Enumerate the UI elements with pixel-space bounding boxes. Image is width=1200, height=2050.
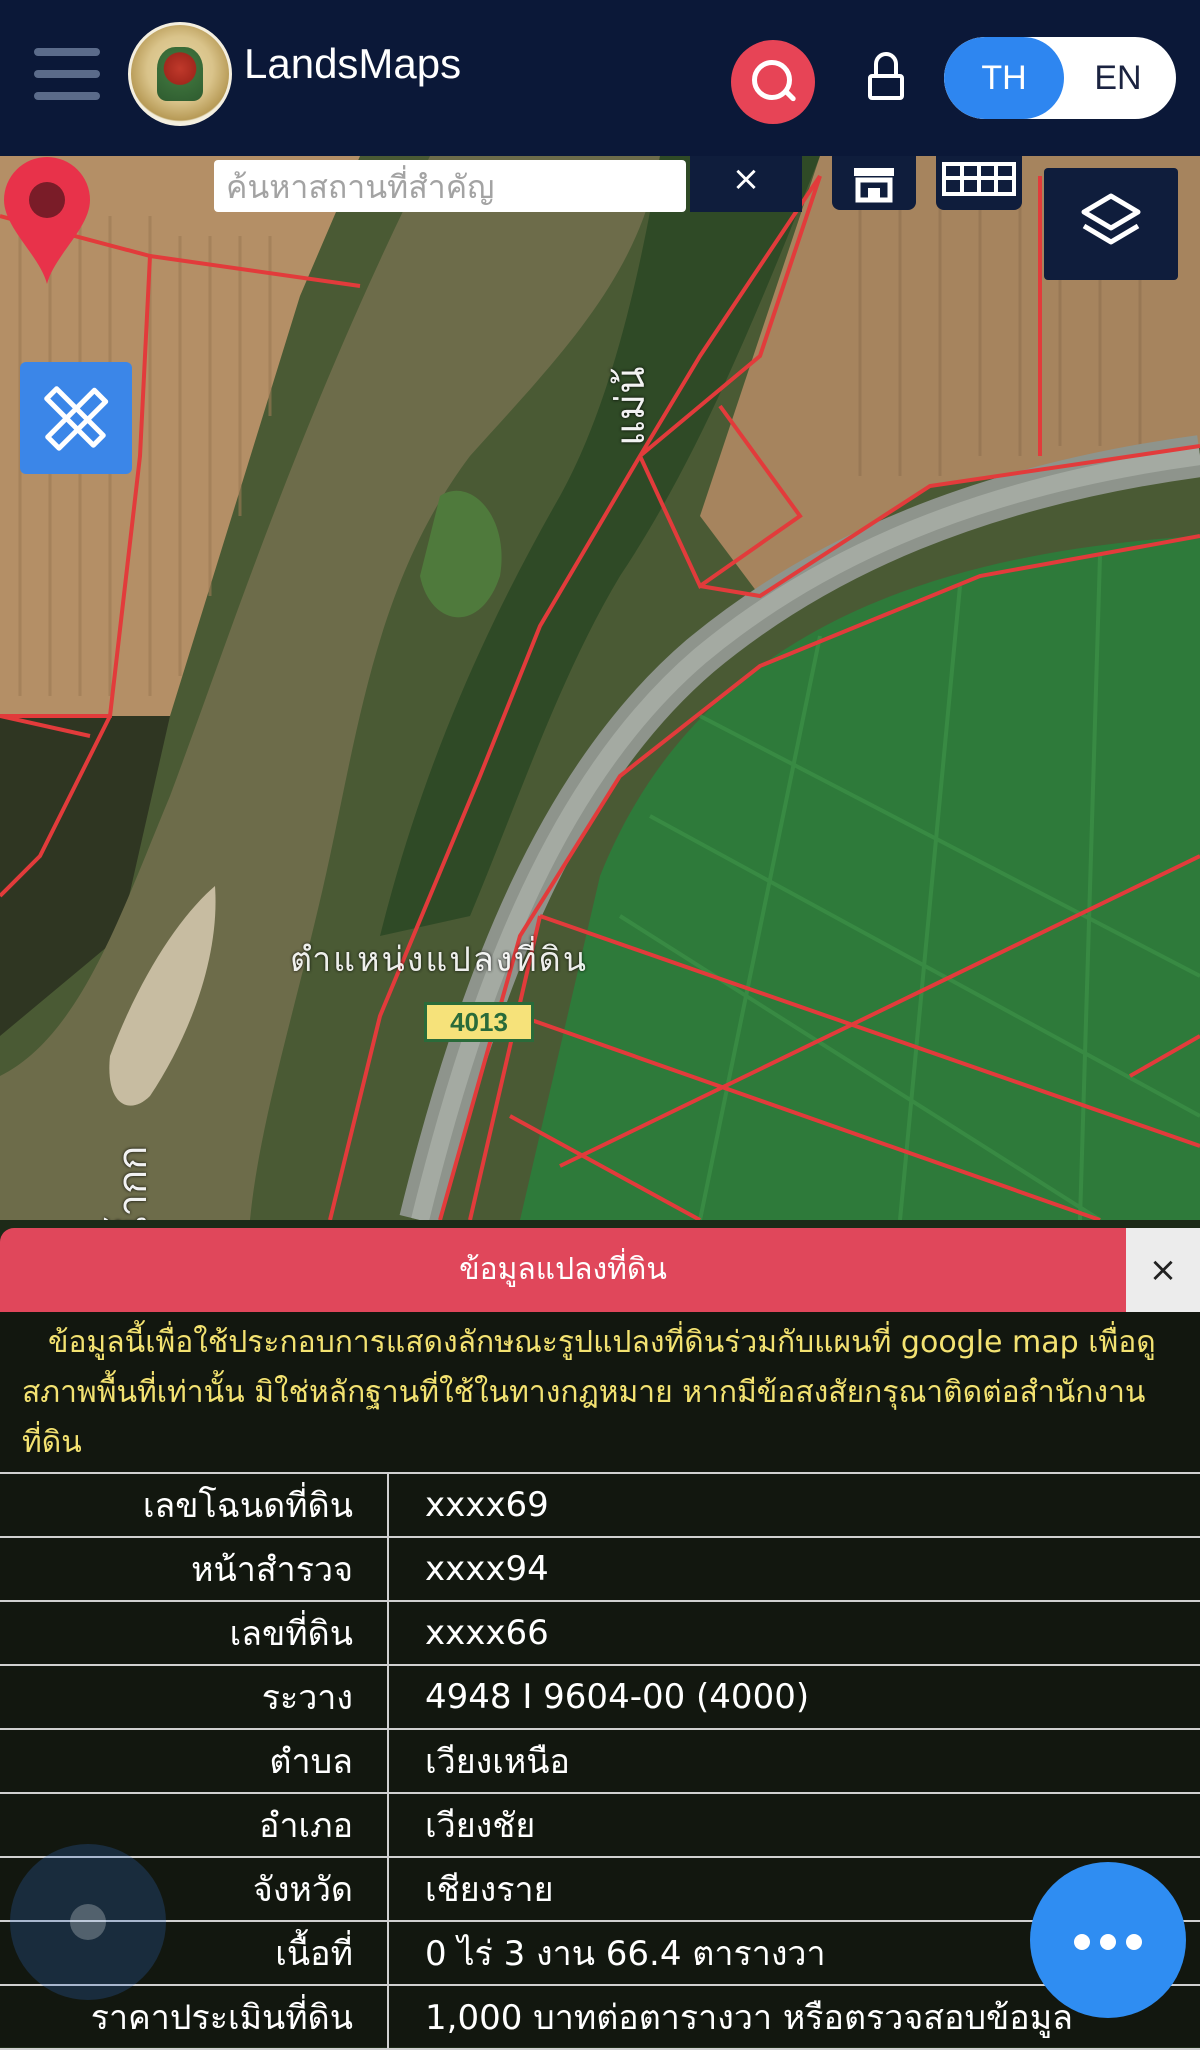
row-value: xxxx69 — [388, 1472, 1200, 1538]
row-value: 4948 I 9604-00 (4000) — [388, 1664, 1200, 1730]
parcel-grid-button[interactable] — [936, 156, 1022, 210]
location-pin-icon — [4, 157, 90, 284]
search-icon[interactable] — [731, 40, 815, 124]
row-label: ตำบล — [0, 1728, 389, 1794]
measure-tools-button[interactable] — [20, 362, 132, 474]
table-row: เลขโฉนดที่ดิน xxxx69 — [0, 1472, 1200, 1538]
row-value: xxxx94 — [388, 1536, 1200, 1602]
app-title: LandsMaps — [244, 40, 462, 87]
table-row: เลขที่ดิน xxxx66 — [0, 1600, 1200, 1666]
info-button[interactable] — [10, 1844, 166, 2000]
language-toggle: TH EN — [944, 37, 1176, 119]
row-label: ราคาประเมินที่ดิน — [0, 1984, 389, 2050]
table-row: เนื้อที่ 0 ไร่ 3 งาน 66.4 ตารางวา — [0, 1920, 1200, 1986]
info-icon — [70, 1904, 106, 1940]
app-header: LandsMaps TH EN — [0, 0, 1200, 156]
layers-button[interactable] — [1044, 168, 1178, 280]
more-icon — [1074, 1934, 1090, 1950]
panel-title: ข้อมูลแปลงที่ดิน — [459, 1252, 667, 1287]
layers-icon — [1081, 193, 1141, 245]
disclaimer-notice: ข้อมูลนี้เพื่อใช้ประกอบการแสดงลักษณะรูปแ… — [22, 1325, 1156, 1460]
row-value: เวียงชัย — [388, 1792, 1200, 1858]
satellite-map[interactable]: × แม่น้ แม่น้ำกก — [0, 156, 1200, 1220]
table-row: ราคาประเมินที่ดิน 1,000 บาทต่อตารางวา หร… — [0, 1984, 1200, 2050]
department-logo — [128, 22, 232, 126]
menu-icon[interactable] — [34, 48, 102, 100]
row-value: xxxx66 — [388, 1600, 1200, 1666]
map-imagery — [0, 156, 1200, 1220]
place-search-input[interactable] — [224, 160, 678, 214]
search-clear-button[interactable]: × — [690, 156, 802, 212]
place-search-box — [214, 160, 686, 214]
grid-icon — [942, 162, 1016, 196]
more-options-button[interactable] — [1030, 1862, 1186, 2018]
table-row: อำเภอ เวียงชัย — [0, 1792, 1200, 1858]
ruler-pencil-icon — [44, 386, 109, 451]
parcel-location-label: ตำแหน่งแปลงที่ดิน — [290, 940, 589, 980]
row-label: เลขที่ดิน — [0, 1600, 389, 1666]
lock-icon[interactable] — [866, 52, 906, 102]
home-icon — [854, 168, 894, 203]
table-row: หน้าสำรวจ xxxx94 — [0, 1536, 1200, 1602]
row-label: อำเภอ — [0, 1792, 389, 1858]
table-row: จังหวัด เชียงราย — [0, 1856, 1200, 1922]
table-row: ตำบล เวียงเหนือ — [0, 1728, 1200, 1794]
parcel-info-table: เลขโฉนดที่ดิน xxxx69 หน้าสำรวจ xxxx94 เล… — [0, 1472, 1200, 2050]
river-label: แม่น้ำกก — [100, 1146, 164, 1220]
panel-close-button[interactable]: × — [1126, 1228, 1200, 1312]
river-label-top: แม่น้ — [608, 366, 654, 447]
lang-option-th[interactable]: TH — [944, 37, 1064, 119]
row-label: หน้าสำรวจ — [0, 1536, 389, 1602]
home-button[interactable] — [832, 156, 916, 210]
row-value: เวียงเหนือ — [388, 1728, 1200, 1794]
table-row: ระวาง 4948 I 9604-00 (4000) — [0, 1664, 1200, 1730]
road-number-badge: 4013 — [424, 1002, 534, 1042]
lang-option-en[interactable]: EN — [1060, 37, 1176, 119]
panel-header: ข้อมูลแปลงที่ดิน — [0, 1228, 1126, 1312]
row-label: ระวาง — [0, 1664, 389, 1730]
row-label: เลขโฉนดที่ดิน — [0, 1472, 389, 1538]
